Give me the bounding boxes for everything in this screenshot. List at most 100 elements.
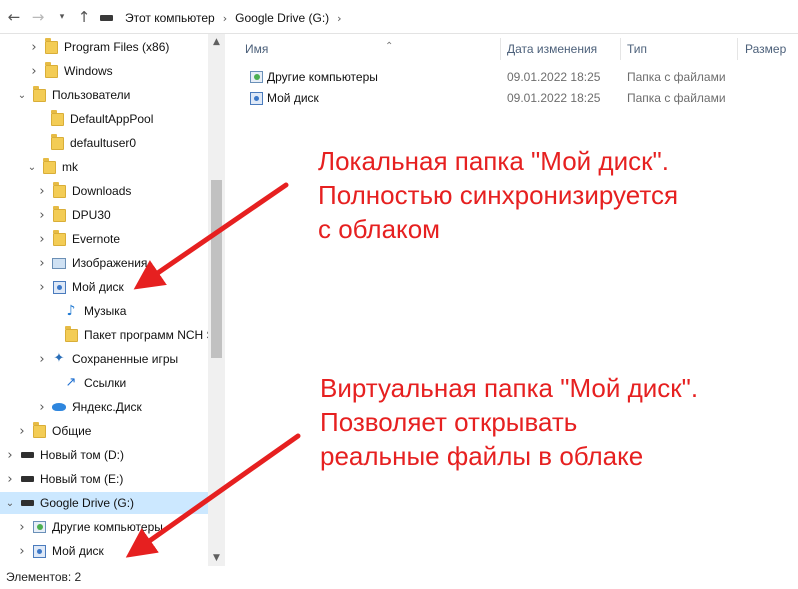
tree-scrollbar[interactable]: ▲ ▼ (208, 34, 225, 566)
forward-arrow-icon[interactable]: → (28, 7, 48, 27)
other-computers-icon (249, 70, 263, 84)
tree-item[interactable]: › Другие компьютеры (0, 516, 208, 538)
expand-chevron-icon[interactable]: › (4, 472, 16, 487)
tree-item[interactable]: › Мой диск (0, 540, 208, 562)
folder-icon (44, 37, 58, 54)
tree-item[interactable]: ⌄ Google Drive (G:) (0, 492, 208, 514)
tree-item-label: Пакет программ NCH S (84, 328, 208, 342)
tree-item[interactable]: ⌄ Пользователи (0, 84, 208, 106)
tree-item[interactable]: › Общие (0, 420, 208, 442)
breadcrumb-separator-icon[interactable]: › (337, 12, 341, 25)
folder-icon (50, 133, 64, 150)
tree-item-label: Изображения (72, 256, 148, 270)
tree-item[interactable]: › Яндекс.Диск (0, 396, 208, 418)
expand-chevron-icon[interactable]: › (36, 232, 48, 247)
tree-item-label: mk (62, 160, 78, 174)
breadcrumb: Этот компьютер › Google Drive (G:) › (100, 9, 350, 27)
tree-item[interactable]: › Изображения (0, 252, 208, 274)
item-count: Элементов: 2 (6, 570, 82, 584)
column-header-type[interactable]: Тип (627, 38, 647, 60)
tree-item[interactable]: DefaultAppPool (0, 108, 208, 130)
address-bar: ← → ▾ ↑ Этот компьютер › Google Drive (G… (0, 0, 798, 34)
tree-item[interactable]: › Downloads (0, 180, 208, 202)
tree-item-label: Ссылки (84, 376, 127, 390)
expand-chevron-icon[interactable]: › (28, 40, 40, 55)
tree-item[interactable]: › Windows (0, 60, 208, 82)
saved-games-icon: ✦ (53, 351, 65, 366)
breadcrumb-item-google-drive[interactable]: Google Drive (G:) (235, 11, 329, 25)
google-drive-folder-icon (32, 544, 46, 558)
file-row[interactable]: Мой диск 09.01.2022 18:25 Папка с файлам… (225, 88, 798, 109)
expand-chevron-icon[interactable]: › (36, 352, 48, 367)
annotation-virtual-folder: Виртуальная папка "Мой диск". Позволяет … (320, 373, 699, 471)
tree-item[interactable]: › Мой диск (0, 276, 208, 298)
tree-item-label: Google Drive (G:) (40, 496, 135, 510)
file-date: 09.01.2022 18:25 (507, 91, 601, 105)
tree-item-label: Новый том (D:) (40, 448, 124, 462)
tree-item[interactable]: › ✦ Сохраненные игры (0, 348, 208, 370)
tree-item-label: Мой диск (52, 544, 104, 558)
collapse-chevron-icon[interactable]: ⌄ (4, 498, 16, 509)
collapse-chevron-icon[interactable]: ⌄ (26, 162, 38, 173)
folder-icon (52, 181, 66, 198)
recent-locations-chevron-icon[interactable]: ▾ (52, 7, 72, 27)
expand-chevron-icon[interactable]: › (36, 280, 48, 295)
tree-item-label: DPU30 (72, 208, 111, 222)
expand-chevron-icon[interactable]: › (36, 400, 48, 415)
expand-chevron-icon[interactable]: › (36, 256, 48, 271)
file-list: ⌃ Имя Дата изменения Тип Размер Другие к… (225, 34, 798, 566)
column-header-date[interactable]: Дата изменения (507, 38, 597, 60)
scroll-down-icon[interactable]: ▼ (208, 550, 225, 566)
breadcrumb-item-this-pc[interactable]: Этот компьютер (125, 11, 215, 25)
other-computers-icon (32, 520, 46, 534)
collapse-chevron-icon[interactable]: ⌄ (16, 90, 28, 101)
status-bar: Элементов: 2 (0, 566, 798, 589)
tree-item-label: Яндекс.Диск (72, 400, 142, 414)
folder-icon (32, 421, 46, 438)
file-name: Мой диск (267, 91, 319, 105)
tree-item[interactable]: › Evernote (0, 228, 208, 250)
column-header-name[interactable]: ⌃ Имя (245, 38, 393, 60)
tree-item-label: Evernote (72, 232, 121, 246)
scroll-thumb[interactable] (211, 180, 222, 358)
expand-chevron-icon[interactable]: › (28, 64, 40, 79)
tree-item-label: Downloads (72, 184, 132, 198)
column-divider[interactable] (500, 38, 501, 60)
column-divider[interactable] (620, 38, 621, 60)
tree-item[interactable]: defaultuser0 (0, 132, 208, 154)
expand-chevron-icon[interactable]: › (16, 520, 28, 535)
expand-chevron-icon[interactable]: › (16, 424, 28, 439)
google-drive-folder-icon (249, 91, 263, 105)
back-arrow-icon[interactable]: ← (4, 7, 24, 27)
expand-chevron-icon[interactable]: › (36, 208, 48, 223)
folder-icon (52, 229, 66, 246)
breadcrumb-separator-icon[interactable]: › (223, 12, 227, 25)
tree-item[interactable]: › Новый том (E:) (0, 468, 208, 490)
tree-item[interactable]: › DPU30 (0, 204, 208, 226)
tree-item[interactable]: ↗ Ссылки (0, 372, 208, 394)
links-icon: ↗ (65, 375, 77, 390)
drive-icon (20, 472, 34, 486)
tree-item[interactable]: Пакет программ NCH S (0, 324, 208, 346)
folder-icon (44, 61, 58, 78)
column-divider[interactable] (737, 38, 738, 60)
tree-item-label: Другие компьютеры (52, 520, 163, 534)
folder-icon (42, 157, 56, 174)
tree-item-label: Новый том (E:) (40, 472, 124, 486)
tree-item-label: Мой диск (72, 280, 124, 294)
pictures-icon (52, 256, 66, 270)
expand-chevron-icon[interactable]: › (4, 448, 16, 463)
tree-item[interactable]: › Program Files (x86) (0, 36, 208, 58)
tree-item-label: Музыка (84, 304, 127, 318)
expand-chevron-icon[interactable]: › (36, 184, 48, 199)
up-arrow-icon[interactable]: ↑ (74, 7, 94, 27)
tree-item[interactable]: › Новый том (D:) (0, 444, 208, 466)
tree-item[interactable]: ♪ Музыка (0, 300, 208, 322)
column-header-size[interactable]: Размер (745, 38, 786, 60)
file-row[interactable]: Другие компьютеры 09.01.2022 18:25 Папка… (225, 67, 798, 88)
expand-chevron-icon[interactable]: › (16, 544, 28, 559)
file-type: Папка с файлами (627, 91, 726, 105)
scroll-up-icon[interactable]: ▲ (208, 34, 225, 50)
tree-item[interactable]: ⌄ mk (0, 156, 208, 178)
music-note-icon: ♪ (66, 303, 76, 319)
